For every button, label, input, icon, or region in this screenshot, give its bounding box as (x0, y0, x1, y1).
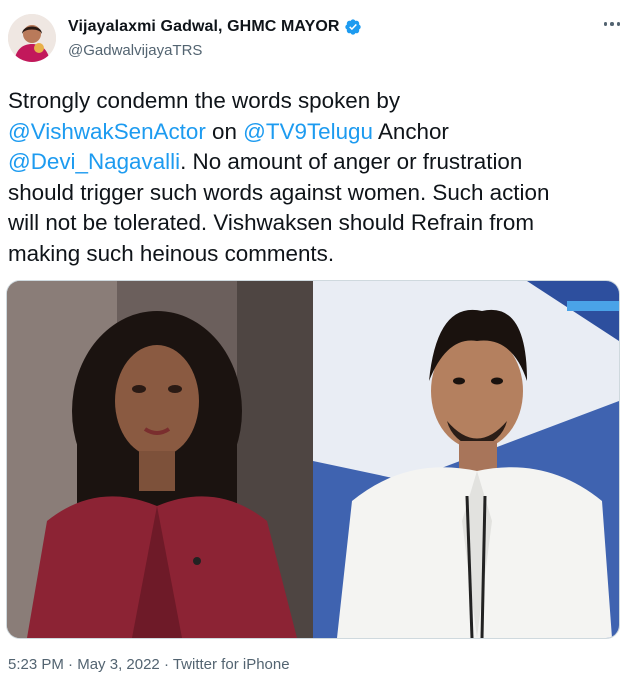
tweet-date[interactable]: May 3, 2022 (77, 656, 160, 673)
tweet-text-segment: on (205, 118, 244, 144)
author-handle[interactable]: @GadwalvijayaTRS (68, 42, 202, 59)
meta-separator: · (63, 656, 78, 673)
verified-badge-icon (344, 19, 361, 35)
tweet-source[interactable]: Twitter for iPhone (173, 656, 290, 673)
tweet-text-segment: making such heinous comments. (8, 240, 335, 266)
meta-separator: · (159, 656, 173, 673)
tweet-media-image[interactable] (6, 280, 620, 639)
author-display-name[interactable]: Vijayalaxmi Gadwal, GHMC MAYOR (68, 18, 340, 36)
tweet-text-segment: . No amount of anger or frustration (180, 149, 523, 174)
tweet-text-segment: Anchor (372, 118, 449, 144)
mention-link-vishwaksenactor[interactable]: @VishwakSenActor (8, 119, 206, 144)
more-options-icon[interactable] (598, 14, 626, 34)
tweet-text-segment: Strongly condemn the words spoken by (8, 88, 401, 113)
tweet-time[interactable]: 5:23 PM (8, 656, 64, 673)
author-avatar[interactable] (8, 14, 56, 62)
author-name-row: Vijayalaxmi Gadwal, GHMC MAYOR (68, 18, 362, 36)
tweet-text-segment: should trigger such words against women.… (8, 179, 550, 205)
tweet-text: Strongly condemn the words spoken by @Vi… (8, 86, 628, 269)
tweet-metadata: 5:23 PM · May 3, 2022 · Twitter for iPho… (8, 656, 290, 673)
mention-link-devi-nagavalli[interactable]: @Devi_Nagavalli (8, 149, 180, 174)
mention-link-tv9telugu[interactable]: @TV9Telugu (243, 119, 373, 144)
tweet-header: Vijayalaxmi Gadwal, GHMC MAYOR @Gadwalvi… (0, 0, 640, 80)
tweet-text-segment: will not be tolerated. Vishwaksen should… (8, 210, 535, 235)
